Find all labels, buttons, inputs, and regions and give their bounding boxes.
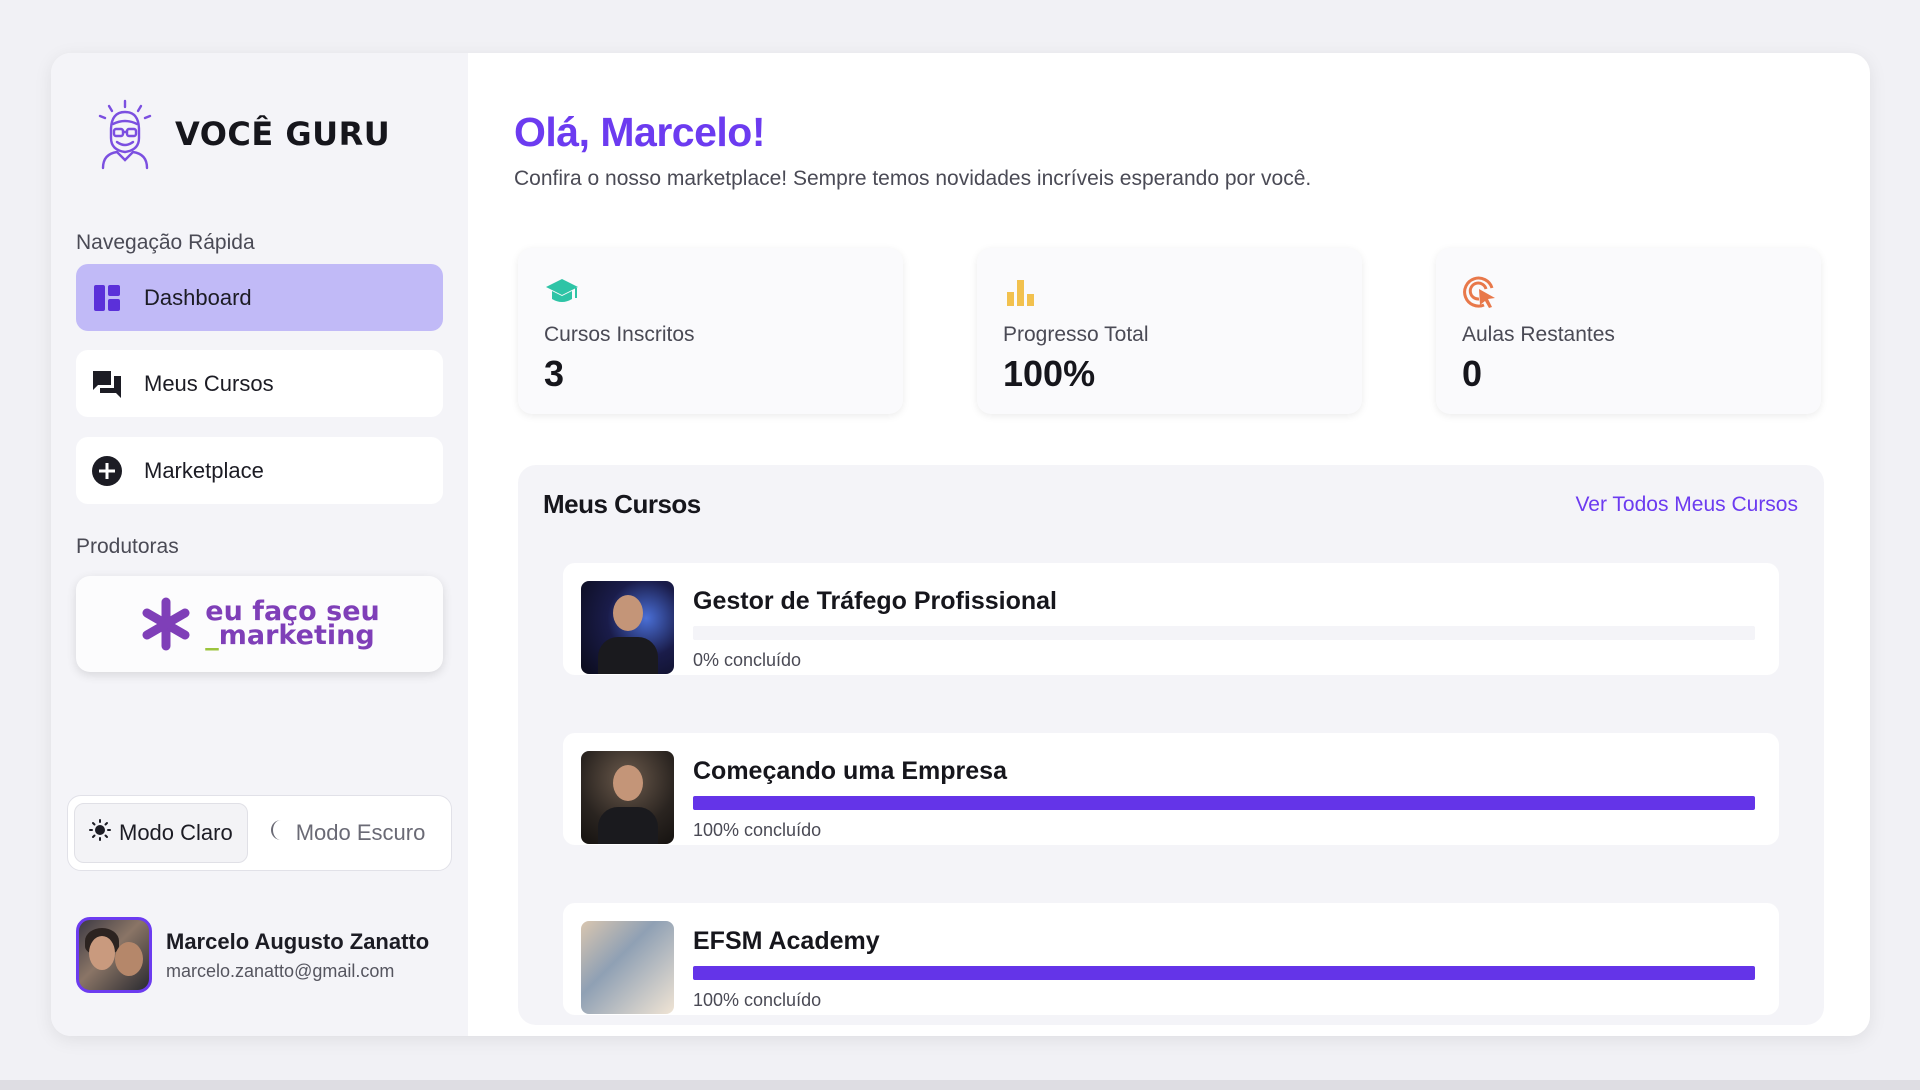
avatar <box>76 917 152 993</box>
nav-item-label: Meus Cursos <box>144 370 274 396</box>
dark-mode-button[interactable]: Modo Escuro <box>254 803 440 863</box>
course-title: Começando uma Empresa <box>693 757 1007 785</box>
page-title: Olá, Marcelo! <box>514 109 765 155</box>
asterisk-logo-icon <box>142 597 190 651</box>
dashboard-icon <box>90 281 124 315</box>
producer-card-eu-faco-seu-marketing[interactable]: eu faço seu _marketing <box>76 576 443 672</box>
stat-card-aulas-restantes: Aulas Restantes 0 <box>1436 248 1821 414</box>
brand-logo[interactable]: VOCÊ GURU <box>89 98 390 170</box>
nav-item-label: Dashboard <box>144 284 252 310</box>
course-row[interactable]: Gestor de Tráfego Profissional 0% conclu… <box>563 563 1779 675</box>
stat-label: Progresso Total <box>1003 323 1149 346</box>
course-progress-bar <box>693 966 1755 980</box>
sun-icon <box>89 819 111 847</box>
dark-mode-label: Modo Escuro <box>295 820 426 845</box>
stat-value: 0 <box>1462 353 1483 394</box>
nav-item-dashboard[interactable]: Dashboard <box>76 264 443 331</box>
target-icon <box>1463 276 1495 308</box>
course-status: 100% concluído <box>693 820 822 840</box>
window-bottom-strip <box>0 1080 1920 1090</box>
bar-chart-icon <box>1007 280 1034 306</box>
course-status: 0% concluído <box>693 650 802 670</box>
course-row[interactable]: EFSM Academy 100% concluído <box>563 903 1779 1015</box>
nav-item-marketplace[interactable]: Marketplace <box>76 437 443 504</box>
nav-item-label: Marketplace <box>144 457 264 483</box>
stat-label: Cursos Inscritos <box>544 323 695 346</box>
graduation-cap-icon <box>546 279 578 302</box>
course-thumbnail <box>581 921 674 1014</box>
course-thumbnail <box>581 581 674 674</box>
user-name: Marcelo Augusto Zanatto <box>166 928 430 954</box>
chat-icon <box>90 367 124 401</box>
plus-circle-icon <box>90 454 124 488</box>
stat-value: 3 <box>544 353 565 394</box>
course-title: EFSM Academy <box>693 927 880 955</box>
moon-icon <box>268 819 288 847</box>
stat-value: 100% <box>1003 353 1096 394</box>
guru-logo-icon <box>98 99 152 170</box>
nav-item-meus-cursos[interactable]: Meus Cursos <box>76 350 443 417</box>
main-content: Olá, Marcelo! Confira o nosso marketplac… <box>468 53 1870 1036</box>
user-email: marcelo.zanatto@gmail.com <box>166 960 395 981</box>
theme-toggle: Modo Claro Modo Escuro <box>67 795 452 871</box>
light-mode-button[interactable]: Modo Claro <box>74 803 248 863</box>
panel-title: Meus Cursos <box>543 489 701 519</box>
course-progress-bar <box>693 796 1755 810</box>
course-row[interactable]: Começando uma Empresa 100% concluído <box>563 733 1779 845</box>
page-subtitle: Confira o nosso marketplace! Sempre temo… <box>514 167 1312 190</box>
sidebar: VOCÊ GURU Navegação Rápida Dashboard Meu… <box>51 53 468 1036</box>
app-window: VOCÊ GURU Navegação Rápida Dashboard Meu… <box>51 53 1870 1036</box>
course-thumbnail <box>581 751 674 844</box>
quick-nav-label: Navegação Rápida <box>76 231 255 254</box>
view-all-courses-link[interactable]: Ver Todos Meus Cursos <box>1575 493 1798 517</box>
brand-name: VOCÊ GURU <box>175 115 391 153</box>
stat-card-progresso-total: Progresso Total 100% <box>977 248 1362 414</box>
producers-label: Produtoras <box>76 535 179 558</box>
producer-logo-text: eu faço seu _marketing <box>205 596 380 651</box>
course-status: 100% concluído <box>693 990 822 1010</box>
stat-card-cursos-inscritos: Cursos Inscritos 3 <box>518 248 903 414</box>
light-mode-label: Modo Claro <box>119 820 233 845</box>
stat-label: Aulas Restantes <box>1462 323 1615 346</box>
user-profile[interactable]: Marcelo Augusto Zanatto marcelo.zanatto@… <box>76 917 429 993</box>
course-progress-bar <box>693 626 1755 640</box>
my-courses-panel: Meus Cursos Ver Todos Meus Cursos Gestor… <box>518 465 1824 1025</box>
course-title: Gestor de Tráfego Profissional <box>693 587 1057 615</box>
